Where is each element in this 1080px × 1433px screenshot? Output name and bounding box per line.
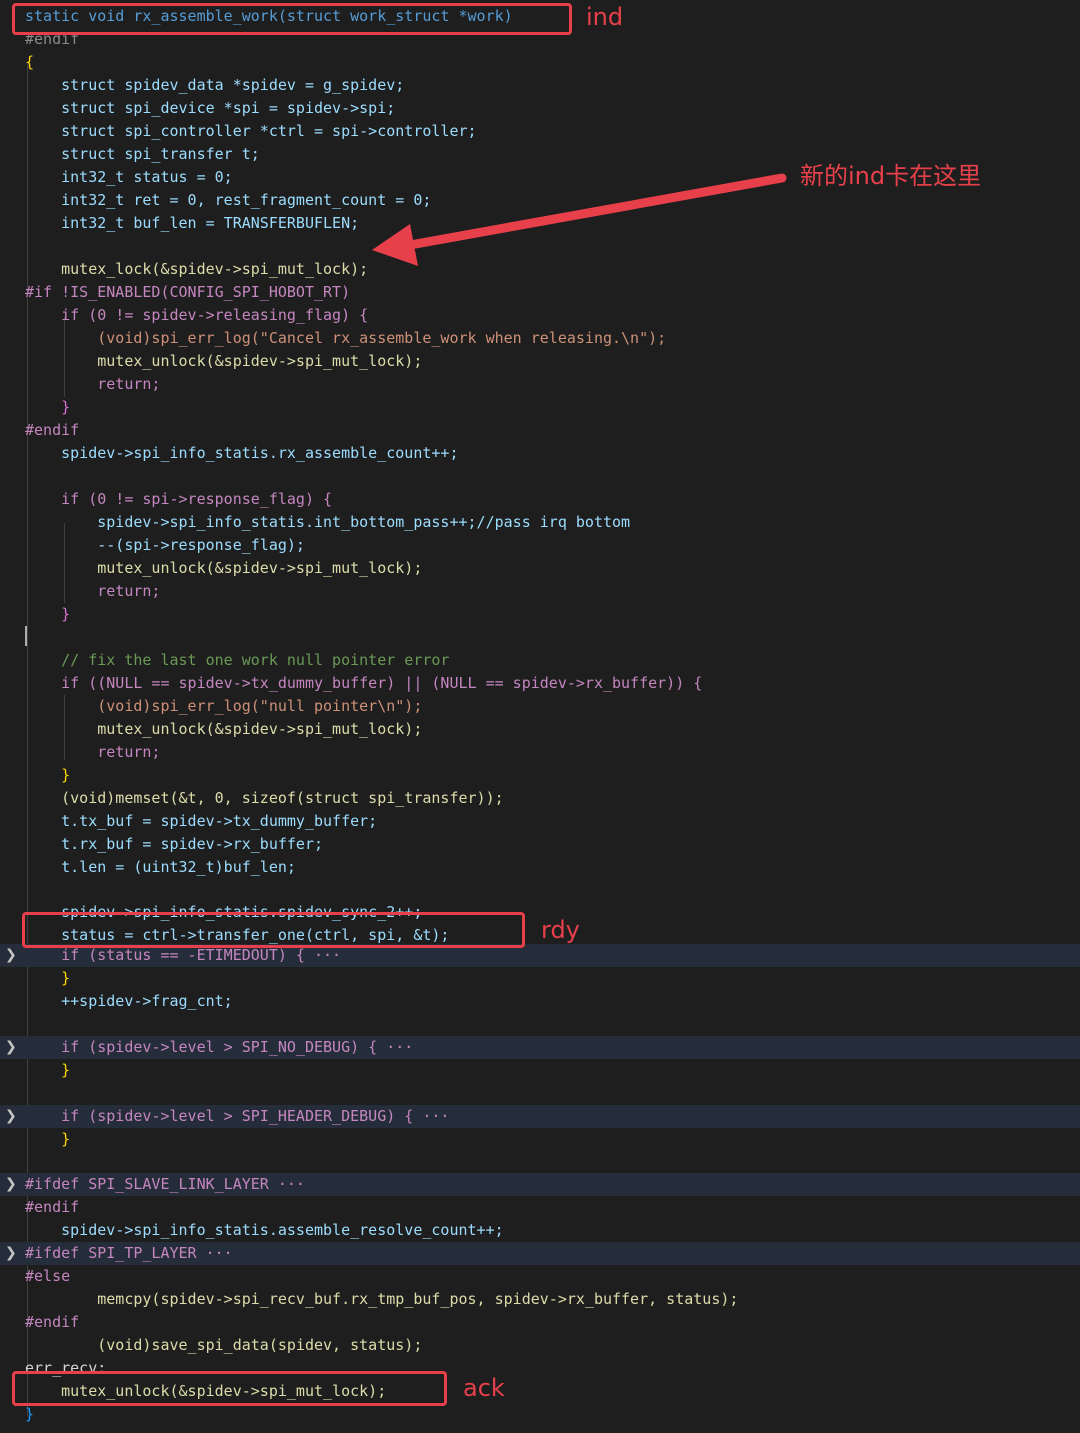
highlight-box-ack [12,1371,447,1406]
code-line[interactable]: if ((NULL == spidev->tx_dummy_buffer) ||… [0,672,1080,695]
code-line[interactable]: int32_t buf_len = TRANSFERBUFLEN; [0,212,1080,235]
code-line[interactable]: } [0,396,1080,419]
annotation-arrow-note: 新的ind卡在这里 [800,162,982,190]
code-line[interactable]: ++spidev->frag_cnt; [0,990,1080,1013]
code-line[interactable] [0,879,1080,902]
code-line[interactable]: spidev->spi_info_statis.int_bottom_pass+… [0,511,1080,534]
code-line[interactable]: struct spidev_data *spidev = g_spidev; [0,74,1080,97]
code-line[interactable] [0,235,1080,258]
code-line[interactable]: (void)save_spi_data(spidev, status); [0,1334,1080,1357]
chevron-right-icon[interactable]: ❯ [5,1173,17,1196]
chevron-right-icon[interactable]: ❯ [5,1036,17,1059]
code-line[interactable]: } [0,1059,1080,1082]
code-line[interactable]: spidev->spi_info_statis.assemble_resolve… [0,1219,1080,1242]
code-line[interactable] [0,626,1080,649]
highlight-box-ind [12,3,572,35]
code-line[interactable]: #if !IS_ENABLED(CONFIG_SPI_HOBOT_RT) [0,281,1080,304]
code-line[interactable] [0,1082,1080,1105]
code-line[interactable]: { [0,51,1080,74]
code-line[interactable]: mutex_unlock(&spidev->spi_mut_lock); [0,557,1080,580]
code-line[interactable]: (void)spi_err_log("null pointer\n"); [0,695,1080,718]
code-editor[interactable]: static void rx_assemble_work(struct work… [0,0,1080,1433]
code-line[interactable]: struct spi_device *spi = spidev->spi; [0,97,1080,120]
code-line-folded[interactable]: ❯ #ifdef SPI_SLAVE_LINK_LAYER ··· [0,1173,1080,1196]
code-line[interactable]: #endif [0,1196,1080,1219]
code-line[interactable]: mutex_lock(&spidev->spi_mut_lock); [0,258,1080,281]
code-line[interactable]: int32_t ret = 0, rest_fragment_count = 0… [0,189,1080,212]
code-line[interactable]: return; [0,741,1080,764]
code-line[interactable]: } [0,603,1080,626]
code-line[interactable]: return; [0,580,1080,603]
code-line[interactable]: } [0,764,1080,787]
code-line[interactable]: struct spi_controller *ctrl = spi->contr… [0,120,1080,143]
code-line[interactable] [0,465,1080,488]
code-line[interactable]: } [0,1403,1080,1426]
code-line[interactable] [0,1151,1080,1174]
code-line[interactable]: return; [0,373,1080,396]
annotation-rdy: rdy [541,916,580,944]
code-line[interactable]: #endif [0,1311,1080,1334]
code-line[interactable]: --(spi->response_flag); [0,534,1080,557]
annotation-ind: ind [586,3,624,31]
code-line-folded[interactable]: ❯ if (spidev->level > SPI_NO_DEBUG) { ··… [0,1036,1080,1059]
code-line[interactable]: memcpy(spidev->spi_recv_buf.rx_tmp_buf_p… [0,1288,1080,1311]
chevron-right-icon[interactable]: ❯ [5,1105,17,1128]
code-line[interactable]: spidev->spi_info_statis.rx_assemble_coun… [0,442,1080,465]
code-line[interactable]: t.tx_buf = spidev->tx_dummy_buffer; [0,810,1080,833]
code-line-folded[interactable]: ❯ #ifdef SPI_TP_LAYER ··· [0,1242,1080,1265]
code-line[interactable]: // fix the last one work null pointer er… [0,649,1080,672]
code-line[interactable]: mutex_unlock(&spidev->spi_mut_lock); [0,718,1080,741]
code-line[interactable] [0,1013,1080,1036]
code-line[interactable]: } [0,1128,1080,1151]
code-line[interactable]: if (0 != spi->response_flag) { [0,488,1080,511]
code-line[interactable]: t.len = (uint32_t)buf_len; [0,856,1080,879]
code-line[interactable]: if (0 != spidev->releasing_flag) { [0,304,1080,327]
code-line[interactable]: t.rx_buf = spidev->rx_buffer; [0,833,1080,856]
code-line[interactable]: mutex_unlock(&spidev->spi_mut_lock); [0,350,1080,373]
code-line[interactable]: (void)memset(&t, 0, sizeof(struct spi_tr… [0,787,1080,810]
code-line[interactable]: #else [0,1265,1080,1288]
chevron-right-icon[interactable]: ❯ [5,944,17,967]
text-cursor [25,626,27,646]
annotation-ack: ack [463,1374,505,1402]
code-line[interactable]: (void)spi_err_log("Cancel rx_assemble_wo… [0,327,1080,350]
code-line[interactable]: } [0,967,1080,990]
chevron-right-icon[interactable]: ❯ [5,1242,17,1265]
highlight-box-rdy [22,912,525,948]
code-line-folded[interactable]: ❯ if (spidev->level > SPI_HEADER_DEBUG) … [0,1105,1080,1128]
code-line[interactable]: #endif [0,419,1080,442]
